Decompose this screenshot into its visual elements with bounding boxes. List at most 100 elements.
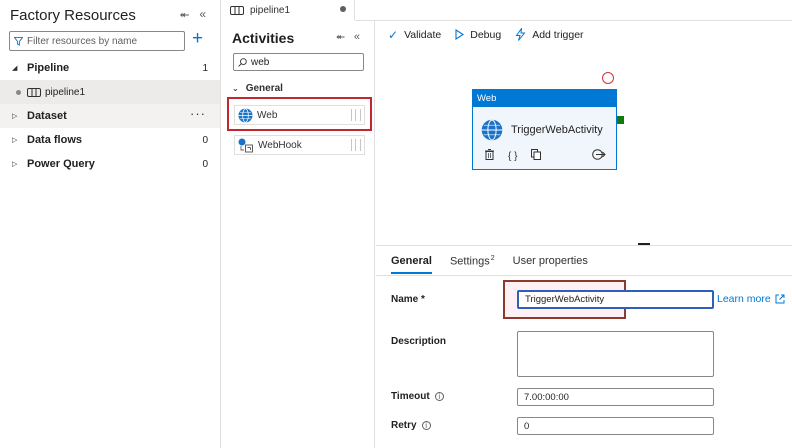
group-label: General (245, 83, 283, 94)
add-trigger-button[interactable]: Add trigger (515, 28, 584, 41)
activity-node-web[interactable]: Web TriggerWebActivity { } (472, 89, 617, 170)
timeout-field[interactable] (517, 388, 714, 406)
tree-label: Pipeline (27, 62, 70, 74)
collapse-all-icon[interactable]: ⯬ (336, 31, 345, 44)
info-icon[interactable]: i (434, 392, 444, 401)
retry-field[interactable] (517, 417, 714, 435)
validate-button[interactable]: ✓ Validate (388, 28, 441, 42)
add-resource-button[interactable]: + (192, 29, 203, 49)
tree-item-pipeline[interactable]: ◢ Pipeline 1 (0, 56, 220, 80)
name-label-text: Name * (391, 294, 425, 305)
activity-webhook[interactable]: WebHook (234, 135, 365, 155)
copy-icon[interactable] (531, 149, 542, 163)
node-type-header: Web (473, 90, 616, 107)
description-label: Description (391, 336, 446, 347)
globe-icon (481, 119, 503, 141)
filter-icon (14, 36, 23, 46)
pipeline-toolbar: ✓ Validate Debug Add trigger (376, 21, 792, 48)
tab-label: General (391, 255, 432, 267)
debug-label: Debug (470, 28, 502, 41)
tab-label: User properties (512, 255, 588, 267)
filter-resources[interactable] (9, 31, 185, 51)
properties-tabs: General Settings2 User properties (391, 255, 588, 274)
tree-count: 0 (202, 134, 208, 146)
name-label: Name * (391, 294, 425, 305)
filter-resources-input[interactable] (27, 35, 177, 47)
activities-search-input[interactable] (251, 56, 361, 68)
add-trigger-label: Add trigger (532, 28, 584, 41)
group-general[interactable]: ⌄ General (232, 83, 283, 94)
tree-label: Power Query (27, 158, 95, 170)
lightning-icon (515, 28, 526, 41)
failure-output-port[interactable] (602, 72, 614, 84)
unsaved-indicator (340, 6, 346, 12)
success-output-port[interactable] (617, 116, 624, 124)
tree-item-dataset[interactable]: ▷ Dataset ··· (0, 104, 220, 128)
pipeline-canvas[interactable]: Web TriggerWebActivity { } (376, 48, 792, 243)
caret-right-icon: ▷ (12, 161, 18, 168)
debug-button[interactable]: Debug (455, 29, 501, 41)
learn-more-link[interactable]: Learn more (717, 293, 785, 305)
node-actions: { } (485, 149, 610, 163)
pipeline-icon (27, 87, 41, 97)
activities-title: Activities (232, 30, 295, 46)
activities-panel: Activities ⯬ « ⌄ General Web WebHook (222, 21, 375, 448)
activity-label: WebHook (258, 139, 302, 151)
tree-item-power-query[interactable]: ▷ Power Query 0 (0, 152, 220, 176)
factory-resources-panel: Factory Resources ⯬ « + ◢ Pipeline 1 pip… (0, 0, 221, 448)
caret-down-icon: ◢ (12, 65, 18, 72)
tree-label: Dataset (27, 110, 67, 122)
tab-badge: 2 (490, 255, 495, 262)
node-name: TriggerWebActivity (511, 124, 603, 136)
drag-handle-icon[interactable] (351, 139, 361, 151)
info-icon[interactable]: i (421, 421, 431, 430)
tree-item-pipeline1[interactable]: pipeline1 (0, 80, 220, 104)
unsaved-dot-icon (16, 89, 21, 95)
collapse-panel-icon[interactable]: « (354, 31, 360, 44)
tree-count: 0 (202, 158, 208, 170)
tabs-border (376, 275, 792, 276)
checkmark-icon: ✓ (388, 27, 399, 42)
validate-label: Validate (404, 28, 442, 41)
retry-label-text: Retry (391, 420, 417, 431)
delete-icon[interactable] (485, 149, 494, 163)
tab-pipeline1[interactable]: pipeline1 (222, 0, 355, 20)
activities-search[interactable] (233, 53, 364, 71)
external-link-icon (775, 294, 785, 304)
collapse-all-icon[interactable]: ⯬ (180, 7, 190, 22)
collapse-panel-icon[interactable]: « (199, 7, 206, 22)
retry-label: Retry i (391, 420, 431, 431)
node-body: TriggerWebActivity (481, 119, 603, 141)
tree-label: Data flows (27, 134, 83, 146)
pipeline-icon (230, 5, 244, 15)
caret-right-icon: ▷ (12, 113, 18, 120)
tab-settings[interactable]: Settings2 (450, 255, 495, 273)
more-actions-button[interactable]: ··· (190, 107, 206, 120)
tab-user-properties[interactable]: User properties (513, 255, 588, 273)
play-icon (455, 29, 465, 40)
tab-label: Settings (449, 255, 490, 268)
name-field[interactable] (517, 290, 714, 309)
tab-general[interactable]: General (391, 255, 432, 274)
tab-label: pipeline1 (250, 4, 291, 16)
learn-more-text: Learn more (717, 293, 771, 305)
caret-right-icon: ▷ (12, 137, 18, 144)
pipeline-item-label: pipeline1 (45, 86, 86, 98)
activities-header-actions: ⯬ « (336, 31, 360, 44)
tree-item-data-flows[interactable]: ▷ Data flows 0 (0, 128, 220, 152)
panel-header-actions: ⯬ « (180, 7, 206, 22)
webhook-icon (238, 138, 253, 152)
highlight-web-activity (227, 97, 372, 131)
canvas-divider (376, 245, 792, 246)
chevron-down-icon: ⌄ (232, 84, 239, 93)
resize-handle[interactable] (638, 243, 650, 245)
description-field[interactable] (517, 331, 714, 377)
timeout-label: Timeout i (391, 391, 444, 402)
search-icon (238, 57, 247, 67)
tree-count: 1 (202, 62, 208, 74)
code-icon[interactable]: { } (508, 151, 517, 162)
panel-title: Factory Resources (10, 7, 136, 24)
add-output-icon[interactable] (592, 149, 606, 163)
description-label-text: Description (391, 336, 447, 347)
timeout-label-text: Timeout (391, 391, 430, 402)
